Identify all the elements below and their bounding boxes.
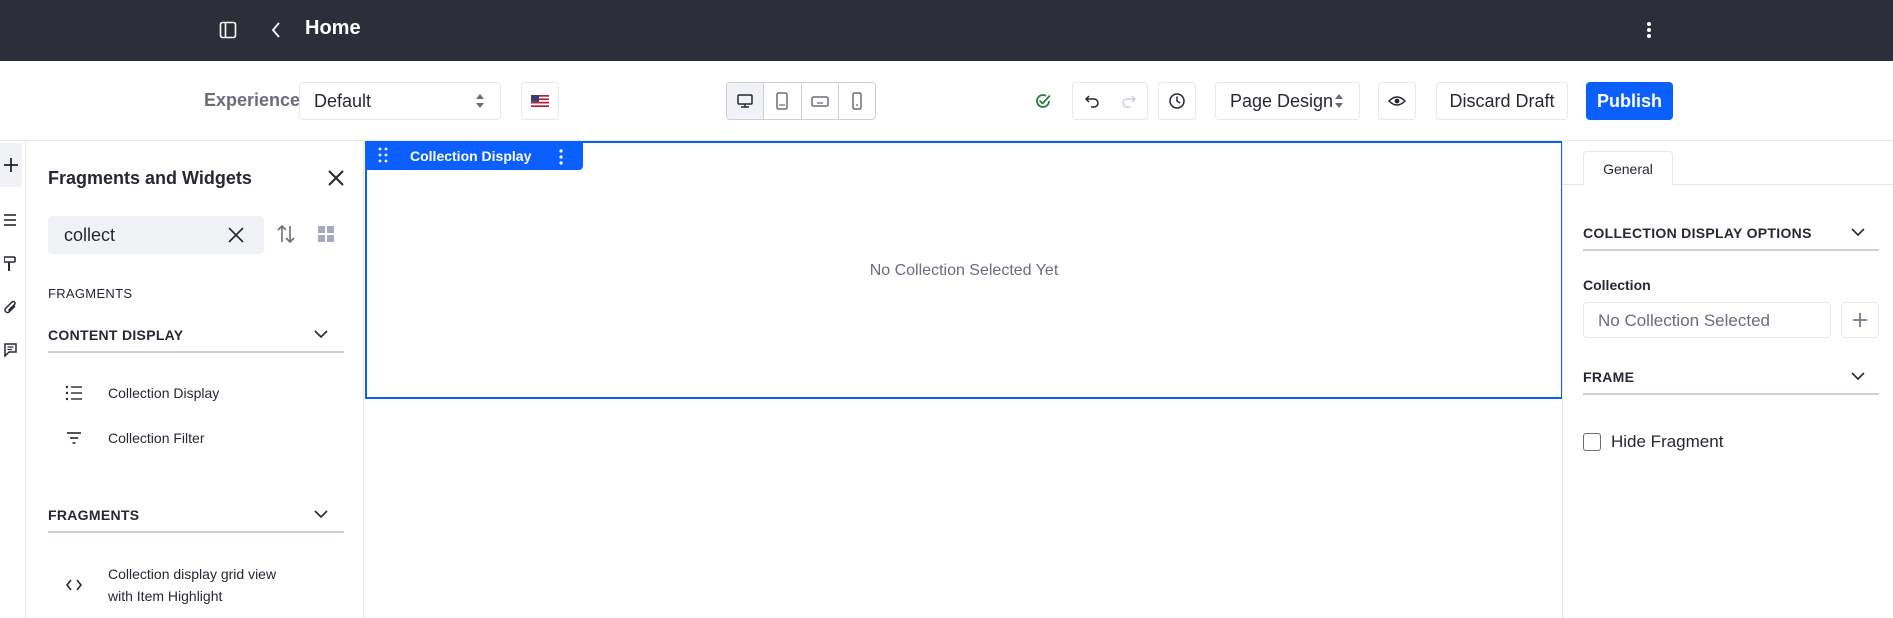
- content-display-collapse[interactable]: CONTENT DISPLAY: [48, 317, 344, 353]
- portrait-phone-icon: [852, 92, 862, 110]
- comments-rail-button[interactable]: [0, 339, 22, 361]
- fragment-item-collection-display[interactable]: Collection Display: [62, 373, 219, 413]
- chevron-down-icon: [1851, 372, 1865, 381]
- undo-redo-group: [1072, 82, 1148, 120]
- page-title: Home: [305, 17, 361, 39]
- redo-button[interactable]: [1110, 83, 1147, 119]
- undo-button[interactable]: [1073, 83, 1110, 119]
- comment-icon: [4, 343, 17, 358]
- look-and-feel-rail-button[interactable]: [0, 253, 22, 275]
- code-icon: [62, 573, 86, 597]
- fragments-collapse[interactable]: FRAGMENTS: [48, 497, 344, 533]
- drag-handle-icon[interactable]: [377, 146, 389, 164]
- fragment-options-icon[interactable]: [558, 149, 564, 165]
- fragment-topper-label: Collection Display: [410, 148, 532, 164]
- editor-toolbar: Experience Default Page Design Discard D…: [0, 61, 1893, 141]
- chevron-down-icon: [1851, 228, 1865, 237]
- fragment-topper[interactable]: Collection Display: [365, 141, 583, 170]
- section-label: FRAME: [1583, 369, 1635, 385]
- language-selector-button[interactable]: [521, 82, 559, 120]
- empty-state-message: No Collection Selected Yet: [869, 262, 1059, 279]
- kebab-menu-icon[interactable]: [1637, 18, 1661, 42]
- fragment-label: Collection Filter: [108, 430, 205, 446]
- landscape-phone-icon: [810, 96, 829, 107]
- structure-icon: [4, 214, 16, 226]
- fragment-label: Collection display grid view with Item H…: [108, 563, 276, 607]
- list-icon: [62, 381, 86, 405]
- add-fragments-rail-button[interactable]: [0, 143, 22, 187]
- collection-value: No Collection Selected: [1598, 311, 1770, 330]
- select-collection-button[interactable]: [1841, 302, 1879, 338]
- desktop-icon: [737, 94, 753, 108]
- preview-button[interactable]: [1378, 82, 1416, 120]
- fragments-panel: Fragments and Widgets collect FRAGMENTS …: [26, 141, 364, 618]
- collapse-label: FRAGMENTS: [48, 507, 140, 523]
- collection-label: Collection: [1583, 277, 1651, 293]
- desktop-preview-button[interactable]: [727, 83, 765, 119]
- back-chevron-icon[interactable]: [264, 18, 288, 42]
- page-structure-rail-button[interactable]: [0, 209, 22, 231]
- history-button[interactable]: [1158, 82, 1196, 120]
- fragments-section-label: FRAGMENTS: [48, 286, 133, 301]
- discard-draft-button[interactable]: Discard Draft: [1436, 82, 1568, 120]
- collection-display-options-collapse[interactable]: COLLECTION DISPLAY OPTIONS: [1583, 213, 1879, 251]
- history-icon: [1169, 93, 1185, 109]
- undo-icon: [1084, 95, 1099, 108]
- tablet-icon: [776, 92, 789, 110]
- plus-icon: [1853, 313, 1867, 327]
- landscape-phone-preview-button[interactable]: [802, 83, 839, 119]
- top-header-bar: Home: [0, 0, 1893, 61]
- sidebar-toggle-icon[interactable]: [216, 18, 240, 42]
- search-input[interactable]: collect: [48, 216, 264, 254]
- sort-icon[interactable]: [275, 223, 297, 245]
- frame-collapse[interactable]: FRAME: [1583, 357, 1879, 395]
- collapse-label: CONTENT DISPLAY: [48, 327, 184, 343]
- fragment-label-line: with Item Highlight: [108, 588, 223, 604]
- filter-icon: [62, 426, 86, 450]
- experience-select[interactable]: Default: [299, 82, 501, 120]
- hide-fragment-checkbox[interactable]: [1583, 433, 1601, 451]
- tab-general[interactable]: General: [1583, 151, 1673, 186]
- select-caret-icon: [1335, 94, 1343, 108]
- panel-title: Fragments and Widgets: [48, 168, 252, 188]
- close-icon[interactable]: [324, 166, 348, 190]
- clear-search-icon[interactable]: [226, 225, 246, 245]
- experience-value: Default: [314, 91, 372, 111]
- sidebar-rail: [0, 141, 26, 618]
- publish-button[interactable]: Publish: [1586, 82, 1673, 120]
- eye-icon: [1388, 96, 1406, 106]
- fragment-label: Collection Display: [108, 385, 220, 401]
- fragment-item-collection-filter[interactable]: Collection Filter: [62, 418, 204, 458]
- plus-icon: [4, 158, 18, 172]
- portrait-phone-preview-button[interactable]: [839, 83, 875, 119]
- device-preview-group: [726, 82, 876, 120]
- select-caret-icon: [476, 94, 484, 108]
- chevron-down-icon: [314, 330, 328, 339]
- fragment-label-line: Collection display grid view: [108, 566, 277, 582]
- saved-check-icon: [1034, 92, 1052, 110]
- experience-label: Experience: [204, 90, 301, 110]
- page-contents-rail-button[interactable]: [0, 297, 22, 319]
- collection-field[interactable]: No Collection Selected: [1583, 302, 1831, 338]
- tablet-preview-button[interactable]: [764, 83, 802, 119]
- section-label: COLLECTION DISPLAY OPTIONS: [1583, 225, 1812, 241]
- hide-fragment-label: Hide Fragment: [1611, 432, 1724, 451]
- chevron-down-icon: [314, 510, 328, 519]
- search-value: collect: [64, 225, 116, 245]
- fragment-item-collection-grid-highlight[interactable]: Collection display grid view with Item H…: [62, 562, 276, 608]
- paint-roller-icon: [4, 256, 16, 271]
- redo-icon: [1121, 95, 1136, 108]
- paperclip-icon: [4, 300, 16, 314]
- grid-view-icon[interactable]: [317, 225, 335, 243]
- us-flag-icon: [531, 95, 549, 107]
- mode-select[interactable]: Page Design: [1215, 82, 1360, 120]
- mode-value: Page Design: [1230, 91, 1334, 111]
